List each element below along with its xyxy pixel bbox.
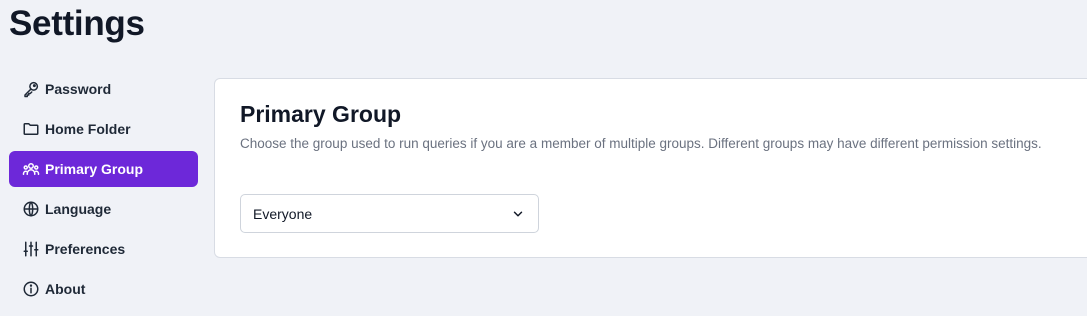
sidebar-item-language[interactable]: Language xyxy=(9,191,198,227)
sidebar-item-label: Preferences xyxy=(45,241,126,257)
sidebar-item-about[interactable]: About xyxy=(9,271,198,307)
sidebar-item-label: Password xyxy=(45,81,112,97)
info-icon xyxy=(22,280,40,298)
group-select-value: Everyone xyxy=(253,205,313,222)
sidebar-item-label: Home Folder xyxy=(45,121,131,137)
sidebar-item-password[interactable]: Password xyxy=(9,71,198,107)
key-icon xyxy=(22,80,40,98)
users-icon xyxy=(22,160,40,178)
globe-icon xyxy=(22,200,40,218)
sidebar-item-primary-group[interactable]: Primary Group xyxy=(9,151,198,187)
sidebar-item-label: Primary Group xyxy=(45,161,144,177)
sidebar-item-preferences[interactable]: Preferences xyxy=(9,231,198,267)
page-title: Settings xyxy=(9,4,145,43)
settings-sidebar: Password Home Folder Primary Group Langu… xyxy=(9,71,198,311)
sidebar-item-label: Language xyxy=(45,201,112,217)
sliders-icon xyxy=(22,240,40,258)
group-select[interactable]: Everyone xyxy=(240,194,539,233)
primary-group-panel: Primary Group Choose the group used to r… xyxy=(214,78,1087,258)
folder-icon xyxy=(22,120,40,138)
chevron-down-icon xyxy=(513,211,523,217)
sidebar-item-home-folder[interactable]: Home Folder xyxy=(9,111,198,147)
panel-description: Choose the group used to run queries if … xyxy=(240,136,1042,151)
panel-title: Primary Group xyxy=(240,101,402,127)
sidebar-item-label: About xyxy=(45,281,86,297)
settings-page: Settings Password Home Folder Primary Gr… xyxy=(0,0,1087,316)
